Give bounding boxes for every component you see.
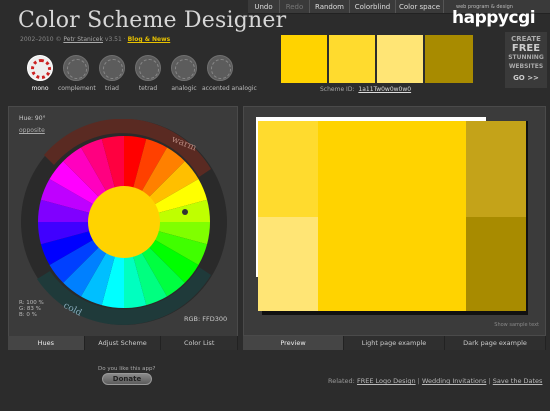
hue-readout: Hue: 90°: [19, 115, 46, 122]
related-link-save-dates[interactable]: Save the Dates: [493, 377, 543, 385]
swatch-light[interactable]: [329, 35, 375, 83]
preview-right-bottom: [466, 217, 526, 311]
color-wheel-panel: warm cold Hue: 90° opposite R: 100 % G: …: [8, 106, 238, 350]
scheme-type-label: complement: [58, 85, 96, 92]
scheme-type-mono[interactable]: mono: [22, 55, 58, 92]
palette-swatches: [281, 35, 475, 83]
scheme-id-label: Scheme ID:: [320, 86, 355, 93]
credits-line: 2002–2010 © Petr Stanicek v3.51 · Blog &…: [20, 36, 171, 43]
scheme-type-label: triad: [105, 85, 119, 92]
colorblind-button[interactable]: Colorblind: [350, 0, 396, 13]
promo-line: WEBSITES: [508, 63, 544, 70]
tab-adjust-scheme[interactable]: Adjust Scheme: [84, 336, 162, 350]
tab-dark-page-example[interactable]: Dark page example: [445, 336, 546, 350]
scheme-type-tetrad[interactable]: tetrad: [130, 55, 166, 92]
left-tabs: Hues Adjust Scheme Color List: [8, 336, 239, 350]
scheme-id-link[interactable]: 1a11Tw0w0w0w0: [358, 86, 411, 93]
version-text: v3.51: [104, 36, 122, 43]
author-link[interactable]: Petr Stanicek: [63, 36, 103, 43]
b-value: B: 0 %: [19, 312, 37, 318]
scheme-type-label: analogic: [171, 85, 197, 92]
related-links: Related: FREE Logo Design | Wedding Invi…: [328, 377, 543, 385]
random-button[interactable]: Random: [310, 0, 350, 13]
preview-right-top: [466, 121, 526, 217]
analogic-icon: [171, 55, 197, 81]
preview-side-bottom: [258, 217, 318, 311]
brand-logo[interactable]: happycgi: [452, 8, 536, 28]
mono-icon: [27, 55, 53, 81]
scheme-type-label: mono: [31, 85, 49, 92]
blog-news-link[interactable]: Blog & News: [128, 36, 171, 43]
preview-side-top: [258, 121, 318, 217]
tab-light-page-example[interactable]: Light page example: [344, 336, 445, 350]
tetrad-icon: [135, 55, 161, 81]
triad-icon: [99, 55, 125, 81]
related-link-wedding[interactable]: Wedding Invitations: [422, 377, 486, 385]
swatch-primary[interactable]: [281, 35, 327, 83]
swatch-lighter[interactable]: [377, 35, 423, 83]
tab-color-list[interactable]: Color List: [161, 336, 239, 350]
rgb-percent-readout: R: 100 % G: 83 % B: 0 %: [19, 300, 44, 318]
copyright-text: 2002–2010 ©: [20, 36, 62, 43]
undo-button[interactable]: Undo: [248, 0, 280, 13]
donate-question: Do you like this app?: [98, 366, 156, 372]
rgb-hex-readout: RGB: FFD300: [184, 315, 228, 323]
related-label: Related:: [328, 377, 355, 385]
scheme-type-accented-analogic[interactable]: accented analogic: [202, 55, 257, 92]
color-space-button[interactable]: Color space: [396, 0, 444, 13]
app-title: Color Scheme Designer: [18, 8, 287, 33]
scheme-type-selector: mono complement triad tetrad analogic ac…: [22, 55, 257, 92]
tab-preview[interactable]: Preview: [243, 336, 344, 350]
promo-line: FREE: [511, 43, 541, 54]
opposite-link[interactable]: opposite: [19, 127, 45, 134]
scheme-type-label: tetrad: [138, 85, 158, 92]
accented-analogic-icon: [207, 55, 233, 81]
donate-button[interactable]: Donate: [102, 373, 152, 385]
tab-hues[interactable]: Hues: [8, 336, 85, 350]
show-sample-text-link[interactable]: Show sample text: [494, 322, 539, 328]
promo-line: STUNNING: [508, 54, 544, 61]
scheme-type-complement[interactable]: complement: [58, 55, 96, 92]
redo-button[interactable]: Redo: [280, 0, 310, 13]
promo-banner[interactable]: CREATE FREE STUNNING WEBSITES GO >>: [505, 32, 547, 88]
selected-color-center: [88, 186, 160, 258]
promo-go-link[interactable]: GO >>: [505, 74, 547, 83]
related-link-logo[interactable]: FREE Logo Design: [357, 377, 416, 385]
scheme-type-analogic[interactable]: analogic: [166, 55, 202, 92]
right-tabs: Preview Light page example Dark page exa…: [243, 336, 546, 350]
hue-handle[interactable]: [182, 209, 188, 215]
swatch-dark[interactable]: [425, 35, 473, 83]
preview-canvas: [256, 117, 528, 315]
preview-panel: Show sample text: [243, 106, 546, 336]
scheme-id: Scheme ID: 1a11Tw0w0w0w0: [320, 86, 411, 93]
scheme-type-triad[interactable]: triad: [94, 55, 130, 92]
color-wheel[interactable]: warm cold: [21, 119, 227, 325]
complement-icon: [63, 55, 89, 81]
scheme-type-label: accented analogic: [202, 85, 257, 92]
